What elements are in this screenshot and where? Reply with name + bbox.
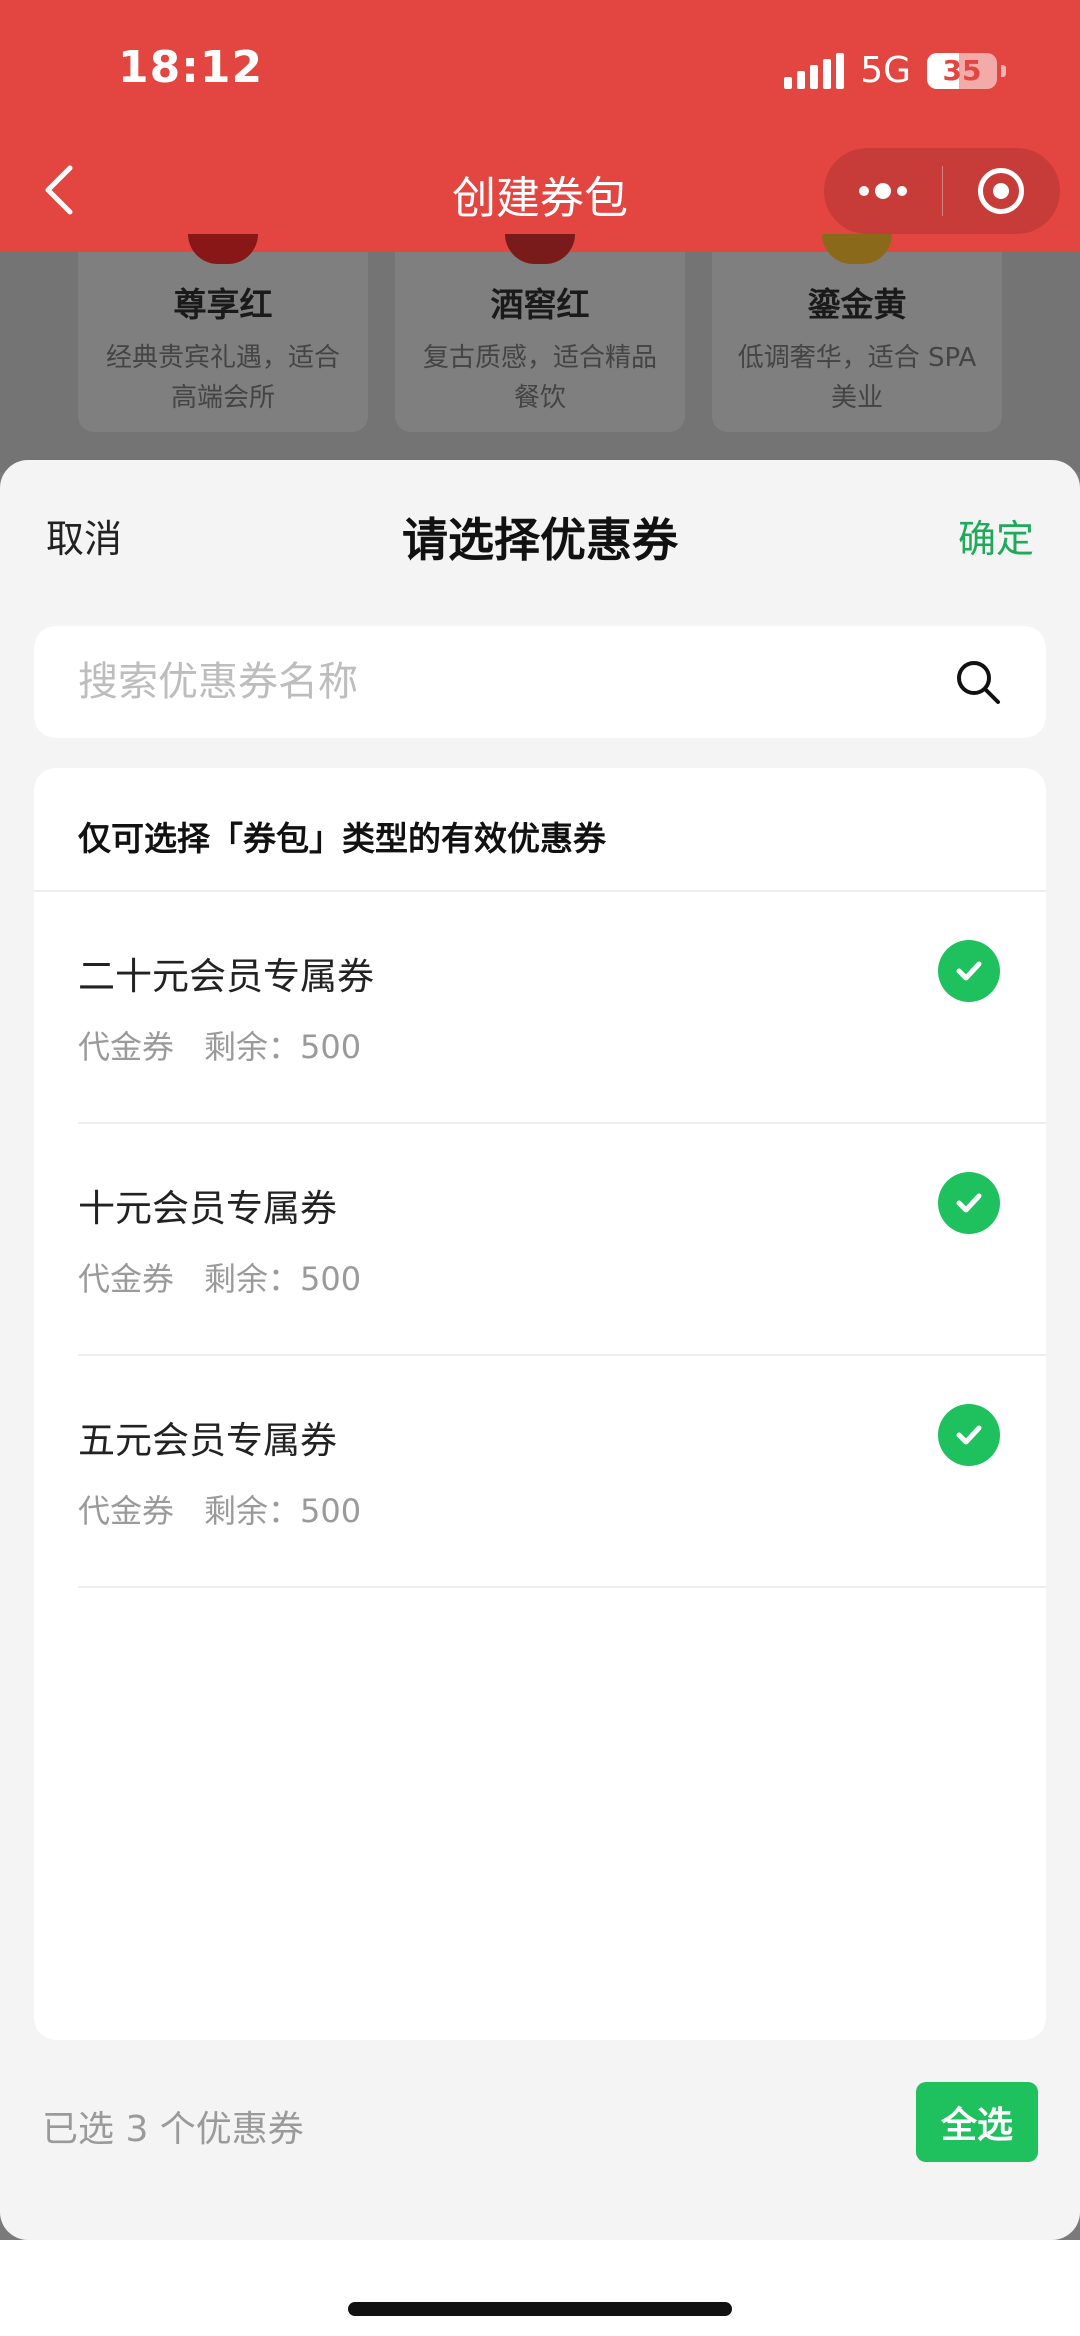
theme-name: 酒窖红 <box>490 285 590 324</box>
more-button[interactable] <box>824 148 942 234</box>
coupon-remaining: 剩余：500 <box>204 1492 362 1530</box>
coupon-remaining: 剩余：500 <box>204 1260 362 1298</box>
search-icon[interactable] <box>954 658 1002 706</box>
coupon-name: 十元会员专属券 <box>78 1187 337 1230</box>
checkmark-icon[interactable] <box>938 940 1000 1002</box>
checkmark-icon[interactable] <box>938 1172 1000 1234</box>
close-program-button[interactable] <box>943 148 1061 234</box>
mini-program-capsule <box>824 148 1060 234</box>
theme-card: 酒窖红 复古质感，适合精品餐饮 <box>395 234 685 432</box>
checkmark-icon[interactable] <box>938 1404 1000 1466</box>
theme-desc: 经典贵宾礼遇，适合高端会所 <box>105 343 340 413</box>
selection-notice: 仅可选择「券包」类型的有效优惠券 <box>34 768 1046 892</box>
theme-card: 鎏金黄 低调奢华，适合 SPA 美业 <box>712 234 1002 432</box>
app-header: 18:12 5G 35 创建券包 <box>0 0 1080 252</box>
coupon-remaining: 剩余：500 <box>204 1028 362 1066</box>
search-bar <box>34 626 1046 738</box>
theme-swatch <box>822 234 892 264</box>
coupon-item[interactable]: 五元会员专属券 代金券 剩余：500 <box>78 1356 1046 1588</box>
theme-desc: 低调奢华，适合 SPA 美业 <box>737 343 977 413</box>
coupon-type: 代金券 <box>78 1492 175 1530</box>
more-dots-icon <box>858 183 907 199</box>
theme-name: 尊享红 <box>173 285 273 324</box>
coupon-meta: 代金券 剩余：500 <box>78 1254 361 1300</box>
target-icon <box>978 168 1025 214</box>
coupon-meta: 代金券 剩余：500 <box>78 1486 361 1532</box>
coupon-item[interactable]: 二十元会员专属券 代金券 剩余：500 <box>78 892 1046 1124</box>
theme-name: 鎏金黄 <box>807 285 907 324</box>
theme-card: 尊享红 经典贵宾礼遇，适合高端会所 <box>78 234 368 432</box>
network-label: 5G <box>860 50 911 91</box>
status-time: 18:12 <box>118 42 264 93</box>
theme-desc: 复古质感，适合精品餐饮 <box>422 343 657 413</box>
coupon-type: 代金券 <box>78 1028 175 1066</box>
coupon-name: 五元会员专属券 <box>78 1419 337 1462</box>
status-icons: 5G 35 <box>784 50 1006 91</box>
theme-swatch <box>188 234 258 264</box>
search-input[interactable] <box>78 626 938 738</box>
signal-icon <box>784 52 845 89</box>
coupon-item[interactable]: 十元会员专属券 代金券 剩余：500 <box>78 1124 1046 1356</box>
select-all-button[interactable]: 全选 <box>916 2082 1038 2162</box>
selected-count: 已选 3 个优惠券 <box>42 2109 304 2150</box>
battery-level: 35 <box>942 54 982 87</box>
sheet-title: 请选择优惠券 <box>402 513 678 567</box>
coupon-type: 代金券 <box>78 1260 175 1298</box>
bottom-safe-area <box>0 2240 1080 2336</box>
theme-swatch <box>505 234 575 264</box>
coupon-select-sheet: 取消 请选择优惠券 确定 仅可选择「券包」类型的有效优惠券 二十元会员专属券 代… <box>0 460 1080 2240</box>
battery-icon: 35 <box>927 52 997 89</box>
coupon-list: 仅可选择「券包」类型的有效优惠券 二十元会员专属券 代金券 剩余：500 十元会… <box>34 768 1046 2040</box>
coupon-meta: 代金券 剩余：500 <box>78 1022 361 1068</box>
home-indicator[interactable] <box>348 2302 732 2316</box>
coupon-name: 二十元会员专属券 <box>78 955 374 998</box>
confirm-button[interactable]: 确定 <box>958 508 1034 563</box>
